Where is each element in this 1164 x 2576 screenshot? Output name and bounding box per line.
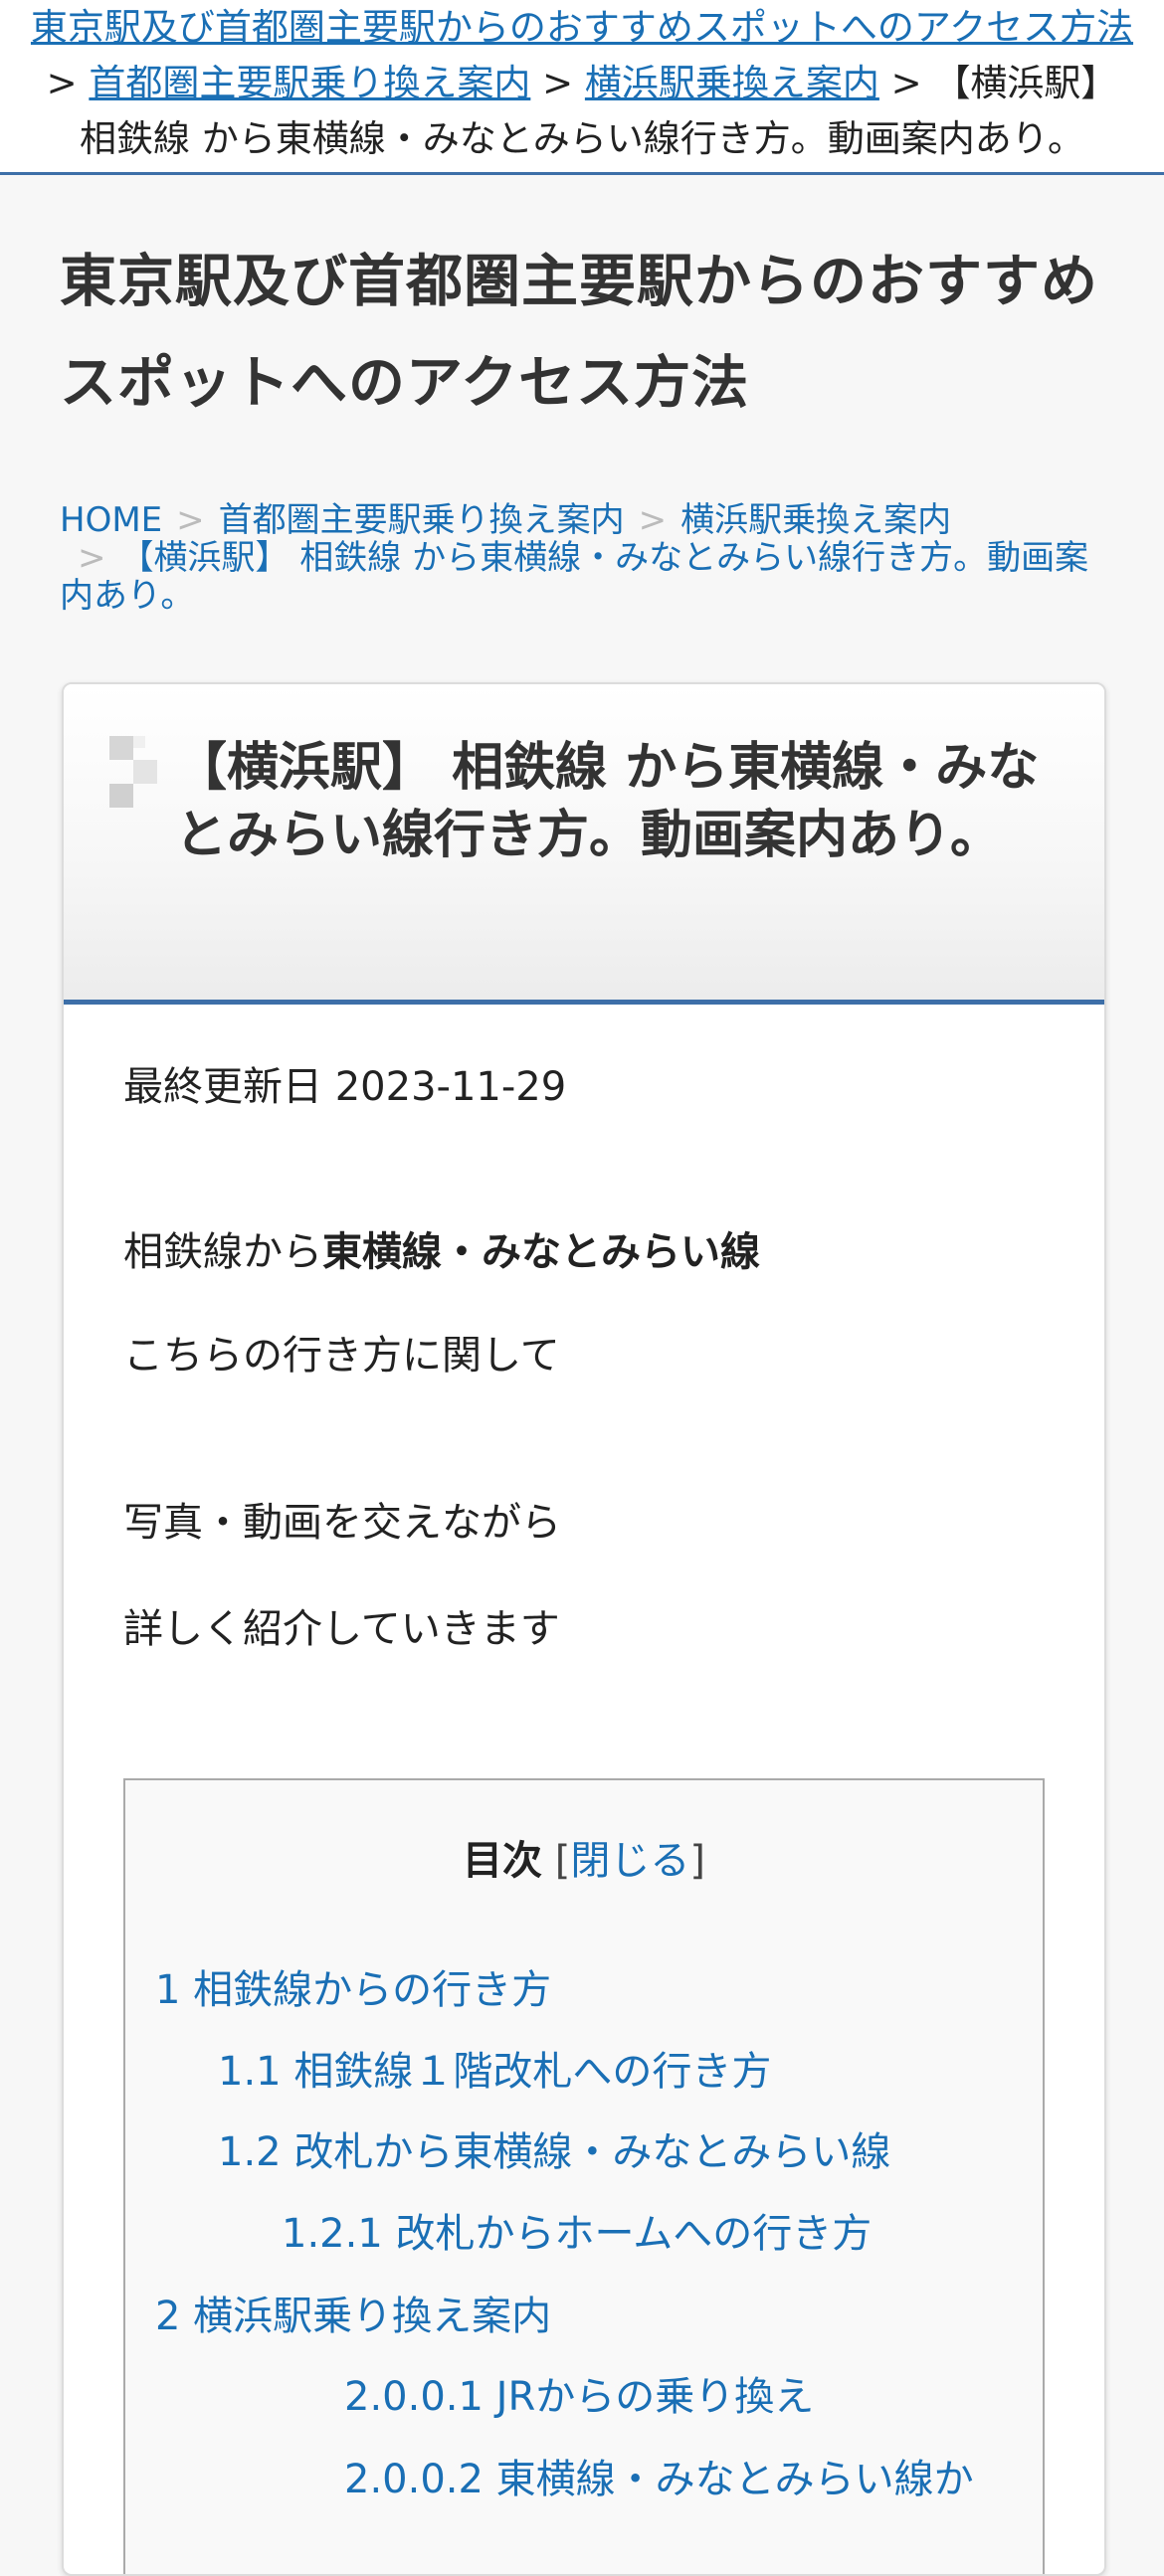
toc-bracket: ]	[689, 1838, 705, 1884]
top-crumb-current: 相鉄線 から東横線・みなとみらい線行き方。動画案内あり。	[79, 117, 1085, 160]
toc-toggle-button[interactable]: 閉じる	[570, 1838, 689, 1884]
intro-line-2: こちらの行き方に関して	[123, 1333, 560, 1379]
last-updated: 最終更新日 2023-11-29	[123, 1054, 566, 1112]
toc-title: 目次	[463, 1838, 543, 1884]
intro-line-4: 詳しく紹介していきます	[123, 1606, 560, 1652]
toc-header: 目次 [閉じる]	[125, 1828, 1043, 1886]
breadcrumb-separator: >	[638, 500, 668, 540]
intro-line: 相鉄線から東横線・みなとみらい線	[123, 1219, 760, 1277]
intro-bold: 東横線・みなとみらい線	[322, 1229, 760, 1275]
toc-item[interactable]: 2.0.0.2 東横線・みなとみらい線か	[344, 2447, 974, 2504]
title-decoration-icon	[109, 736, 161, 808]
article-card: 【横浜駅】 相鉄線 から東横線・みなとみらい線行き方。動画案内あり。 最終更新日…	[62, 682, 1106, 2576]
last-updated-label: 最終更新日	[123, 1064, 322, 1110]
top-breadcrumb-line: > 首都圏主要駅乗り換え案内 > 横浜駅乗換え案内 > 【横浜駅】	[0, 56, 1164, 111]
article-title: 【横浜駅】 相鉄線 から東横線・みなとみらい線行き方。動画案内あり。	[175, 738, 1040, 865]
breadcrumb-separator: >	[46, 62, 78, 104]
top-crumb-link-1[interactable]: 首都圏主要駅乗り換え案内	[89, 62, 530, 104]
breadcrumb-separator: >	[542, 62, 574, 104]
toc-item[interactable]: 1 相鉄線からの行き方	[155, 1957, 551, 2015]
toc-item[interactable]: 1.2.1 改札からホームへの行き方	[282, 2201, 872, 2259]
toc-item[interactable]: 1.2 改札から東横線・みなとみらい線	[218, 2119, 890, 2177]
toc-item[interactable]: 1.1 相鉄線１階改札への行き方	[218, 2039, 771, 2097]
site-home-link[interactable]: 東京駅及び首都圏主要駅からのおすすめスポットへのアクセス方法	[0, 0, 1164, 56]
top-crumb-current-prefix: 【横浜駅】	[933, 62, 1118, 104]
toc-bracket: [	[554, 1838, 571, 1884]
breadcrumb-separator: >	[78, 538, 106, 578]
breadcrumb-separator: >	[890, 62, 922, 104]
intro-line-3: 写真・動画を交えながら	[123, 1500, 561, 1546]
top-crumb-link-2[interactable]: 横浜駅乗換え案内	[585, 62, 879, 104]
toc-item[interactable]: 2 横浜駅乗り換え案内	[155, 2284, 551, 2341]
breadcrumb-item-2[interactable]: 横浜駅乗換え案内	[680, 500, 951, 540]
intro-prefix: 相鉄線から	[123, 1229, 322, 1275]
breadcrumb-item-current[interactable]: 【横浜駅】 相鉄線 から東横線・みなとみらい線行き方。動画案内あり。	[60, 538, 1088, 616]
top-breadcrumb-bar: 東京駅及び首都圏主要駅からのおすすめスポットへのアクセス方法 > 首都圏主要駅乗…	[0, 0, 1164, 175]
breadcrumb: HOME > 首都圏主要駅乗り換え案内 > 横浜駅乗換え案内 > 【横浜駅】 相鉄線 から東…	[60, 501, 1104, 615]
last-updated-date: 2023-11-29	[334, 1064, 567, 1110]
table-of-contents: 目次 [閉じる] 1 相鉄線からの行き方 1.1 相鉄線１階改札への行き方 1.…	[123, 1778, 1045, 2574]
toc-item[interactable]: 2.0.0.1 JRからの乗り換え	[344, 2364, 814, 2422]
breadcrumb-item-1[interactable]: 首都圏主要駅乗り換え案内	[219, 500, 625, 540]
article-header: 【横浜駅】 相鉄線 から東横線・みなとみらい線行き方。動画案内あり。	[64, 684, 1104, 1005]
breadcrumb-separator: >	[176, 500, 205, 540]
site-title[interactable]: 東京駅及び首都圏主要駅からのおすすめスポットへのアクセス方法	[60, 231, 1114, 434]
breadcrumb-home[interactable]: HOME	[60, 500, 162, 540]
